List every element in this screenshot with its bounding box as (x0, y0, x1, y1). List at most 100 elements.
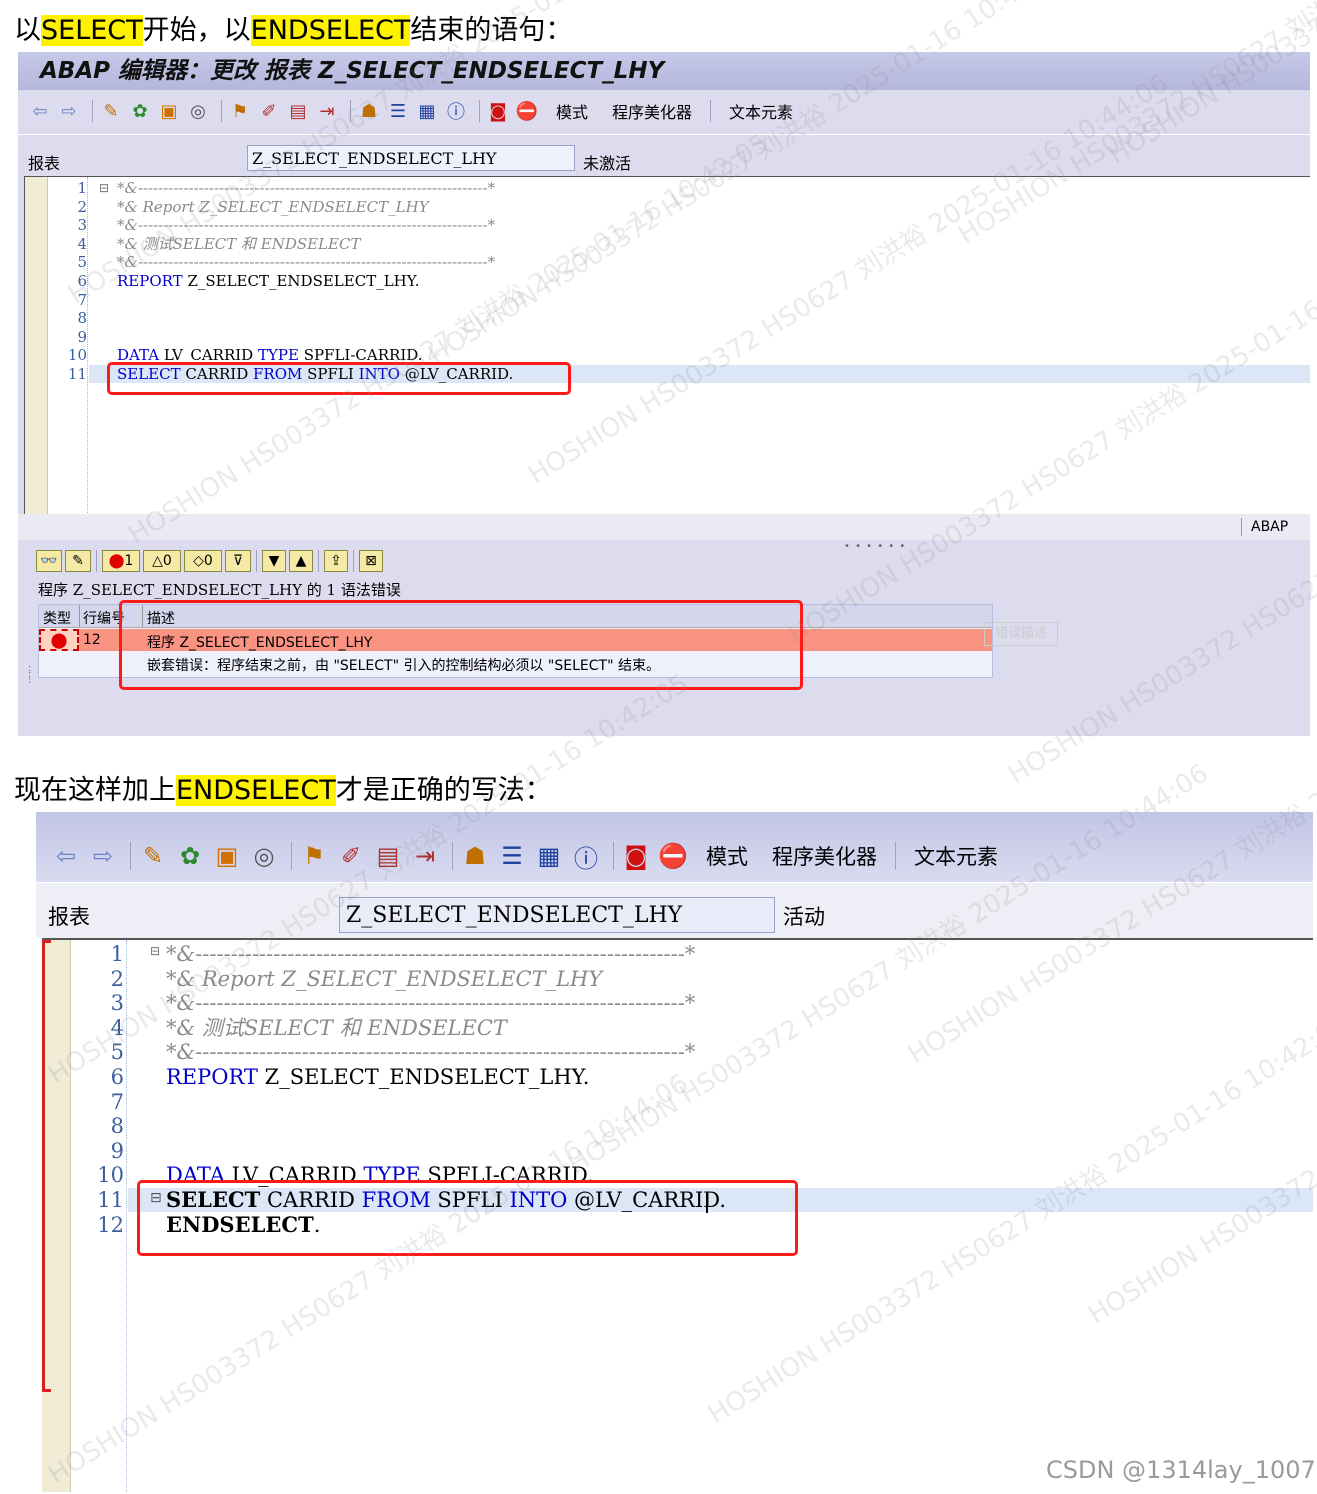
comment-text: *&--------------------------------------… (117, 179, 496, 197)
line-number: 4 (110, 1015, 124, 1040)
set-breakpoint-icon[interactable]: ◙ (486, 99, 510, 123)
toggle-display-change-icon[interactable]: ✎ (137, 840, 169, 872)
test-icon[interactable]: ◎ (248, 840, 280, 872)
line-number: 6 (110, 1065, 124, 1089)
code-token: Z_SELECT_ENDSELECT_LHY. (257, 1065, 590, 1089)
report-label: 报表 (28, 154, 61, 173)
abap-editor-window-2: ⇦ ⇨ ✎ ✿ ▣ ◎ ⚑ ✐ ▤ ⇥ ☗ ☰ ▦ ⓘ ◙ ⛔ 模式 程序美化器… (36, 812, 1313, 1492)
warning-filter-button[interactable]: △ 0 (143, 550, 181, 572)
hierarchy-icon[interactable]: ☗ (357, 99, 381, 123)
report-name-field[interactable]: Z_SELECT_ENDSELECT_LHY (339, 897, 775, 933)
resize-grip[interactable]: ::: (28, 664, 31, 686)
check-icon[interactable]: ▣ (157, 99, 181, 123)
navigate-icon[interactable]: ⇥ (409, 840, 441, 872)
line-number: 12 (97, 1212, 124, 1237)
code-text: *&--------------------------------------… (166, 991, 695, 1016)
back-icon[interactable]: ⇦ (28, 99, 52, 123)
test-icon[interactable]: ◎ (186, 99, 210, 123)
line-number: 7 (77, 290, 87, 309)
toolbar-text-elements[interactable]: 文本元素 (729, 99, 793, 123)
error-filter-button[interactable]: ⬤ 1 (102, 550, 140, 572)
hierarchy-icon[interactable]: ☗ (459, 840, 491, 872)
close-panel-icon[interactable]: ⊠ (359, 550, 383, 572)
layout-icon[interactable]: ▦ (533, 840, 565, 872)
set-breakpoint-icon[interactable]: ◙ (620, 840, 652, 872)
line-number: 4 (77, 234, 87, 253)
toggle-display-change-icon[interactable]: ✎ (99, 99, 123, 123)
line-number: 7 (110, 1089, 124, 1114)
toolbar-mode[interactable]: 模式 (706, 841, 748, 871)
editor-toolbar-2: ⇦ ⇨ ✎ ✿ ▣ ◎ ⚑ ✐ ▤ ⇥ ☗ ☰ ▦ ⓘ ◙ ⛔ 模式 程序美化器… (50, 838, 1010, 874)
comment-text: *&--------------------------------------… (117, 253, 496, 272)
where-used-icon[interactable]: ⚑ (298, 840, 330, 872)
heading-1: 以SELECT开始，以ENDSELECT结束的语句： (14, 15, 573, 46)
pattern-icon[interactable]: ☰ (496, 840, 528, 872)
where-used-icon[interactable]: ⚑ (228, 99, 252, 123)
report-bar-2: 报表 Z_SELECT_ENDSELECT_LHY 活动 (36, 883, 1313, 938)
line-number: 8 (77, 309, 87, 328)
pin-icon[interactable]: ⇪ (324, 550, 348, 572)
code-text: *& 测试SELECT 和 ENDSELECT (117, 235, 361, 254)
forward-icon[interactable]: ⇨ (87, 840, 119, 872)
back-icon[interactable]: ⇦ (50, 840, 82, 872)
forward-icon[interactable]: ⇨ (57, 99, 81, 123)
code-editor[interactable]: 1 *&-------------------------------------… (24, 176, 1310, 515)
keyword: REPORT (166, 1065, 258, 1089)
line-number: 10 (97, 1163, 124, 1188)
line-number: 8 (110, 1114, 124, 1139)
comment-text: *&--------------------------------------… (166, 1040, 696, 1065)
splitter-handle[interactable]: • • • • • • (844, 541, 906, 552)
check-icon[interactable]: ▣ (211, 840, 243, 872)
line-number: 3 (110, 991, 124, 1016)
comment-text: *&--------------------------------------… (166, 991, 696, 1016)
red-box-error-message (119, 600, 803, 690)
comment-text: *& 测试SELECT 和 ENDSELECT (117, 234, 361, 253)
info-icon[interactable]: ⓘ (570, 840, 602, 873)
line-number: 1 (77, 179, 87, 197)
display-object-list-icon[interactable]: ▤ (286, 99, 310, 123)
stop-icon[interactable]: ⛔ (515, 99, 539, 123)
fold-toggle-icon[interactable]: ⊟ (150, 944, 160, 958)
error-type-icon: ⬤ (39, 629, 79, 651)
activate-icon[interactable]: ✿ (128, 99, 152, 123)
heading-2: 现在这样加上ENDSELECT才是正确的写法： (14, 775, 552, 806)
navigate-icon[interactable]: ⇥ (315, 99, 339, 123)
code-text: *&--------------------------------------… (166, 1040, 695, 1065)
toolbar-mode[interactable]: 模式 (556, 99, 588, 123)
window-title: ABAP 编辑器：更改 报表 Z_SELECT_ENDSELECT_LHY (18, 52, 1310, 90)
line-number: 3 (77, 216, 87, 235)
pattern-icon[interactable]: ☰ (386, 99, 410, 123)
editor-status-bar: ABAP (18, 514, 1310, 540)
fold-toggle-icon[interactable]: ⊟ (99, 181, 109, 195)
layout-icon[interactable]: ▦ (415, 99, 439, 123)
info-icon[interactable]: ⓘ (444, 99, 468, 123)
filter-icon[interactable]: ⊽ (225, 550, 251, 572)
toolbar-text-elements[interactable]: 文本元素 (914, 841, 998, 871)
line-number: 9 (77, 327, 87, 346)
col-type: 类型 (43, 611, 71, 627)
wand-icon[interactable]: ✐ (335, 840, 367, 872)
report-name-field[interactable]: Z_SELECT_ENDSELECT_LHY (247, 145, 575, 171)
abap-editor-window-1: ABAP 编辑器：更改 报表 Z_SELECT_ENDSELECT_LHY ⇦ … (18, 52, 1310, 736)
highlight-endselect-2: ENDSELECT (176, 775, 336, 806)
line-number: 1 (110, 942, 124, 966)
wand-icon[interactable]: ✐ (257, 99, 281, 123)
toolbar-pretty-printer[interactable]: 程序美化器 (612, 99, 692, 123)
prev-up-icon[interactable]: ▲ (289, 550, 313, 572)
code-text: *& Report Z_SELECT_ENDSELECT_LHY (117, 198, 429, 217)
toolbar-pretty-printer[interactable]: 程序美化器 (772, 841, 877, 871)
comment-text: *&--------------------------------------… (117, 216, 496, 235)
edit-pencil-icon[interactable]: ✎ (65, 550, 91, 572)
comment-text: *& Report Z_SELECT_ENDSELECT_LHY (166, 966, 603, 991)
stop-icon[interactable]: ⛔ (657, 840, 689, 872)
info-filter-button[interactable]: ◇ 0 (184, 550, 222, 572)
warning-icon: △ (152, 553, 163, 569)
line-number: 2 (110, 966, 124, 991)
code-text: REPORT Z_SELECT_ENDSELECT_LHY. (166, 1065, 589, 1090)
glasses-icon[interactable]: 👓 (36, 550, 62, 572)
code-text: REPORT Z_SELECT_ENDSELECT_LHY. (117, 272, 419, 291)
line-number: 5 (77, 253, 87, 272)
activate-icon[interactable]: ✿ (174, 840, 206, 872)
display-object-list-icon[interactable]: ▤ (372, 840, 404, 872)
next-down-icon[interactable]: ▼ (262, 550, 286, 572)
